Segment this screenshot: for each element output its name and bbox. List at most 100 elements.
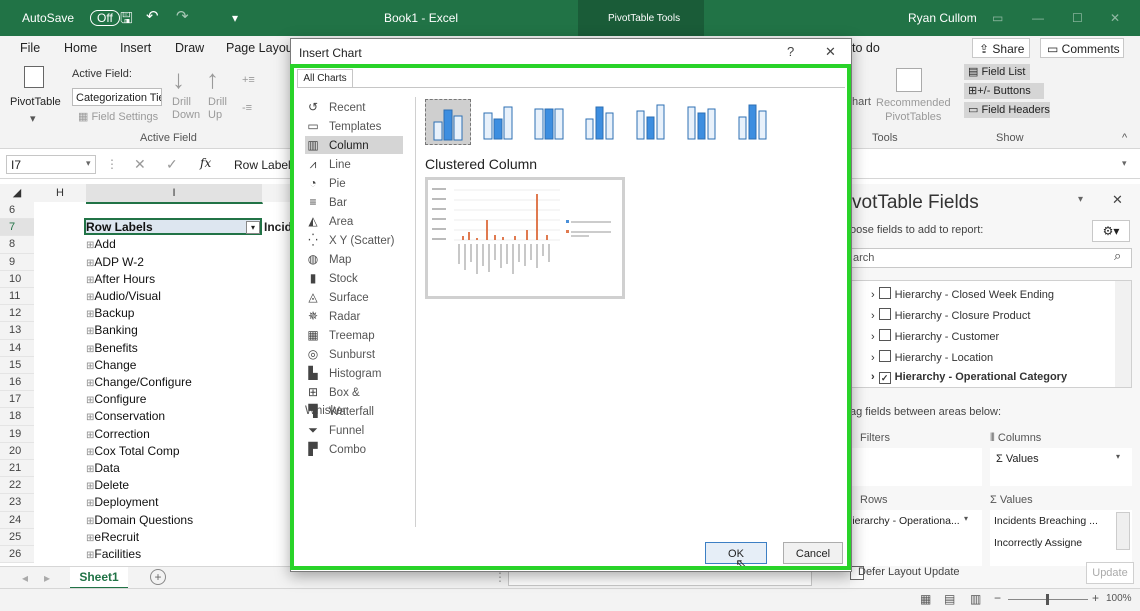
- maximize-icon[interactable]: ☐: [1072, 11, 1083, 25]
- comments-button[interactable]: ▭ Comments: [1040, 38, 1124, 58]
- row-header[interactable]: 19: [0, 425, 34, 443]
- zoom-in-icon[interactable]: +: [1092, 591, 1099, 605]
- chart-type-templates[interactable]: ▭ Templates: [305, 117, 403, 135]
- field-item[interactable]: › Hierarchy - Customer: [871, 329, 999, 343]
- chart-subtype-thumb[interactable]: [731, 99, 777, 145]
- active-field-input[interactable]: Categorization Tie: [72, 88, 162, 106]
- row-header[interactable]: 8: [0, 236, 34, 254]
- row-labels-header[interactable]: Row Labels: [86, 220, 153, 234]
- row-header[interactable]: 16: [0, 374, 34, 392]
- chevron-right-icon[interactable]: ›: [871, 310, 875, 322]
- save-icon[interactable]: 🖫: [120, 8, 133, 33]
- table-row[interactable]: ⊞Backup: [86, 306, 134, 320]
- chart-type-map[interactable]: ◍ Map: [305, 250, 403, 268]
- table-row[interactable]: ⊞ADP W-2: [86, 255, 144, 269]
- pivottable-button-label[interactable]: PivotTable: [10, 96, 61, 108]
- table-row[interactable]: ⊞Data: [86, 461, 120, 475]
- rows-field-dropdown-icon[interactable]: ▾: [964, 514, 968, 523]
- zoom-level[interactable]: 100%: [1106, 593, 1132, 604]
- zoom-slider-thumb[interactable]: [1046, 594, 1049, 605]
- table-row[interactable]: ⊞Banking: [86, 323, 138, 337]
- insert-function-icon[interactable]: fx: [200, 156, 211, 170]
- chart-subtype-thumb[interactable]: [629, 99, 675, 145]
- table-row[interactable]: ⊞Add: [86, 237, 116, 251]
- new-sheet-icon[interactable]: +: [150, 569, 166, 585]
- row-header[interactable]: 10: [0, 270, 34, 288]
- chevron-right-icon[interactable]: ›: [871, 371, 875, 383]
- chart-type-radar[interactable]: ✵ Radar: [305, 307, 403, 325]
- values-scrollbar[interactable]: [1116, 512, 1130, 550]
- chart-subtype-thumb[interactable]: [527, 99, 573, 145]
- tab-all-charts[interactable]: All Charts: [297, 69, 353, 88]
- field-item[interactable]: › Hierarchy - Closed Week Ending: [871, 287, 1054, 301]
- chart-subtype-thumb[interactable]: [476, 99, 522, 145]
- table-row[interactable]: ⊞Benefits: [86, 341, 138, 355]
- field-search-input[interactable]: arch: [850, 248, 1132, 268]
- page-break-view-icon[interactable]: ▥: [970, 592, 981, 606]
- tab-file[interactable]: File: [20, 41, 40, 55]
- row-header[interactable]: 9: [0, 253, 34, 271]
- drill-down-label[interactable]: Drill Down: [172, 96, 200, 122]
- help-icon[interactable]: ?: [787, 44, 794, 59]
- prev-sheet-icon[interactable]: ◂: [22, 571, 28, 585]
- row-header[interactable]: 17: [0, 391, 34, 409]
- table-row[interactable]: ⊞Cox Total Comp: [86, 444, 180, 458]
- drill-up-label[interactable]: Drill Up: [208, 96, 227, 122]
- sheet-tab-sheet1[interactable]: Sheet1: [70, 567, 128, 589]
- row-header[interactable]: 23: [0, 494, 34, 512]
- chart-type-waterfall[interactable]: ▜ Waterfall: [305, 402, 403, 420]
- column-header-i[interactable]: I: [86, 184, 263, 204]
- collapse-ribbon-icon[interactable]: ^: [1122, 132, 1127, 144]
- table-row[interactable]: ⊞Change/Configure: [86, 375, 192, 389]
- recommended-pivottables-icon[interactable]: [896, 68, 922, 92]
- chevron-right-icon[interactable]: ›: [871, 331, 875, 343]
- columns-field-dropdown-icon[interactable]: ▾: [1116, 452, 1120, 461]
- formula-content[interactable]: Row Label: [234, 158, 291, 172]
- table-row[interactable]: ⊞Audio/Visual: [86, 289, 161, 303]
- table-row[interactable]: ⊞Change: [86, 358, 136, 372]
- chart-type-bar[interactable]: ≡ Bar: [305, 193, 403, 211]
- normal-view-icon[interactable]: ▦: [920, 592, 931, 606]
- chart-subtype-thumb[interactable]: [680, 99, 726, 145]
- values-field-1[interactable]: Incidents Breaching ...: [992, 512, 1110, 530]
- chart-type-area[interactable]: ◭ Area: [305, 212, 403, 230]
- filters-area[interactable]: [850, 448, 982, 486]
- chart-subtype-thumb[interactable]: [578, 99, 624, 145]
- cancel-button[interactable]: Cancel: [783, 542, 843, 564]
- pane-options-icon[interactable]: ▾: [1078, 194, 1083, 205]
- ribbon-display-icon[interactable]: ▭: [992, 11, 1003, 25]
- field-item[interactable]: › ✓ Hierarchy - Operational Category: [871, 371, 1067, 384]
- redo-icon[interactable]: ↷: [176, 7, 189, 25]
- chart-type-pie[interactable]: ◔ Pie: [305, 174, 403, 192]
- row-header[interactable]: 6: [0, 202, 34, 220]
- next-sheet-icon[interactable]: ▸: [44, 571, 50, 585]
- field-list-toggle[interactable]: ▤ Field List: [964, 64, 1030, 80]
- row-header[interactable]: 15: [0, 356, 34, 374]
- row-header[interactable]: 14: [0, 339, 34, 357]
- chevron-right-icon[interactable]: ›: [871, 289, 875, 301]
- select-all-corner[interactable]: ◢: [0, 184, 35, 202]
- gear-icon[interactable]: ⚙▾: [1092, 220, 1130, 242]
- field-item[interactable]: › Hierarchy - Location: [871, 350, 993, 364]
- undo-icon[interactable]: ↶: [146, 7, 159, 25]
- cancel-entry-icon[interactable]: ✕: [134, 156, 146, 173]
- tab-page-layout[interactable]: Page Layout: [226, 41, 296, 55]
- chart-subtype-thumb[interactable]: [425, 99, 471, 145]
- dialog-close-icon[interactable]: ✕: [825, 44, 836, 60]
- expand-field-icon[interactable]: +≡: [242, 74, 255, 86]
- chart-type-funnel[interactable]: ⏷ Funnel: [305, 421, 403, 439]
- field-checkbox[interactable]: [878, 329, 891, 341]
- field-settings-button[interactable]: ▦ Field Settings: [78, 110, 158, 123]
- tell-me-box[interactable]: to do: [852, 41, 880, 55]
- row-header[interactable]: 12: [0, 305, 34, 323]
- field-item[interactable]: › Hierarchy - Closure Product: [871, 308, 1030, 322]
- pivotchart-label[interactable]: hart: [852, 96, 871, 108]
- pane-close-icon[interactable]: ✕: [1112, 192, 1123, 208]
- drill-down-icon[interactable]: ↓: [172, 64, 185, 95]
- minimize-icon[interactable]: —: [1032, 11, 1044, 25]
- row-header[interactable]: 20: [0, 442, 34, 460]
- recommended-pivottables-label[interactable]: Recommended PivotTables: [876, 96, 951, 124]
- incidents-header-cell[interactable]: Incid: [264, 220, 292, 234]
- chart-type-sunburst[interactable]: ◎ Sunburst: [305, 345, 403, 363]
- row-header[interactable]: 11: [0, 288, 34, 306]
